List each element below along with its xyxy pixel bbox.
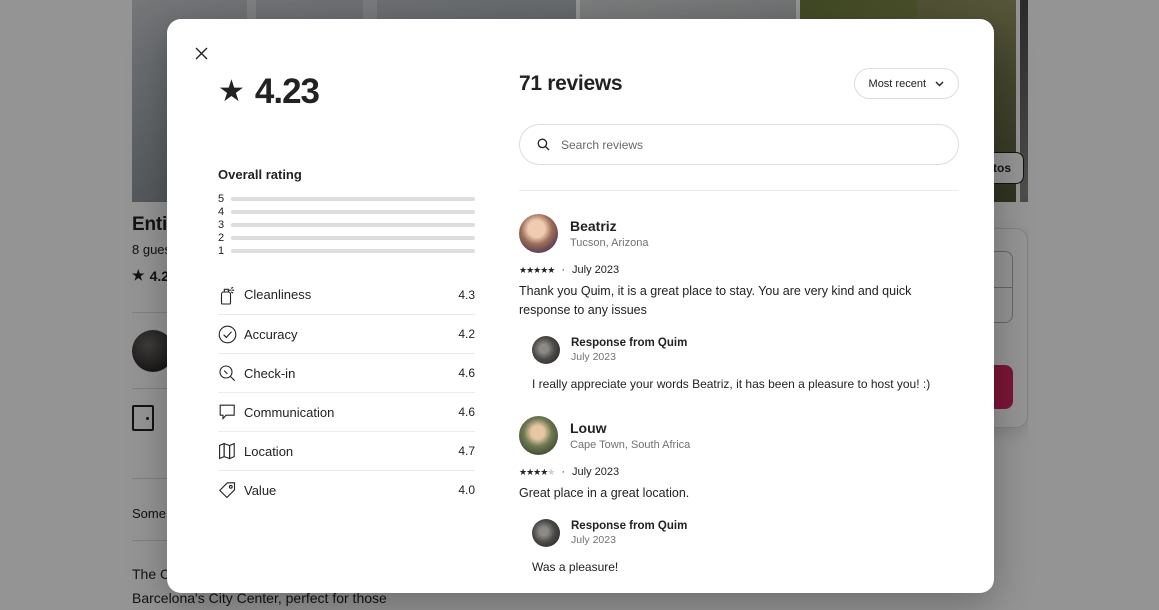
rating-bar-label: 4: [218, 205, 225, 218]
reviews-modal: ★ 4.23 Overall rating 5 4 3 2 1 Cleanlin…: [167, 19, 994, 593]
rating-bar-row: 2: [218, 231, 475, 244]
category-name: Value: [244, 482, 277, 498]
sort-label: Most recent: [868, 77, 926, 90]
host-response: Response from Quim July 2023 Was a pleas…: [532, 519, 959, 576]
reviewer-location: Tucson, Arizona: [570, 237, 649, 249]
rating-bar-row: 1: [218, 244, 475, 257]
rating-bar-label: 1: [218, 244, 225, 257]
response-author: Response from Quim: [571, 337, 688, 349]
overall-score-value: 4.23: [254, 72, 320, 111]
category-name: Accuracy: [244, 326, 298, 342]
rating-bar-row: 5: [218, 192, 475, 205]
avatar: [519, 416, 558, 455]
rating-bar-track: [231, 248, 475, 253]
search-icon: [537, 138, 550, 151]
overall-rating-heading: Overall rating: [218, 167, 302, 182]
review-item: Beatriz Tucson, Arizona ★★★★★ · July 202…: [519, 214, 959, 393]
category-value: 4.7: [458, 444, 475, 458]
response-text: Was a pleasure!: [532, 560, 619, 574]
avatar: [519, 214, 558, 253]
response-author: Response from Quim: [571, 520, 688, 532]
category-name: Location: [244, 443, 294, 459]
reviews-header: 71 reviews Most recent: [519, 68, 959, 99]
key-icon: [218, 364, 244, 383]
rating-bar-track: [231, 196, 475, 201]
category-row-checkin: Check-in 4.6: [218, 353, 475, 392]
category-row-location: Location 4.7: [218, 431, 475, 470]
rating-bar-track: [231, 209, 475, 214]
rating-bar-label: 5: [218, 192, 225, 205]
tag-icon: [218, 481, 244, 500]
star-rating: ★★★★★: [519, 264, 555, 275]
category-name: Cleanliness: [244, 287, 312, 302]
overall-score: ★ 4.23: [218, 72, 475, 112]
chevron-down-icon: [935, 81, 944, 87]
separator-dot: ·: [561, 466, 566, 478]
star-icon: ★: [218, 75, 245, 108]
category-row-value: Value 4.0: [218, 470, 475, 509]
search-reviews-bar[interactable]: [519, 124, 959, 165]
reviewer-name: Beatriz: [570, 218, 617, 234]
response-date: July 2023: [571, 351, 616, 363]
rating-bar-row: 3: [218, 218, 475, 231]
category-value: 4.3: [458, 287, 475, 302]
rating-bar-label: 2: [218, 231, 225, 244]
category-row-communication: Communication 4.6: [218, 392, 475, 431]
reviews-count: 71 reviews: [519, 71, 623, 95]
category-value: 4.6: [458, 405, 475, 419]
reviewer-name: Louw: [570, 420, 607, 436]
avatar: [532, 519, 560, 547]
response-text: I really appreciate your words Beatriz, …: [532, 377, 931, 391]
avatar: [532, 336, 560, 364]
category-row-accuracy: Accuracy 4.2: [218, 314, 475, 353]
spray-bottle-icon: [218, 285, 244, 305]
review-text: Thank you Quim, it is a great place to s…: [519, 284, 912, 317]
divider: [519, 190, 959, 191]
map-icon: [218, 442, 244, 460]
category-ratings: Cleanliness 4.3 Accuracy 4.2 Check-in 4.…: [218, 275, 475, 509]
separator-dot: ·: [561, 264, 566, 276]
review-date: July 2023: [572, 466, 620, 478]
category-value: 4.0: [458, 483, 475, 497]
category-row-cleanliness: Cleanliness 4.3: [218, 275, 475, 314]
reviews-pane: 71 reviews Most recent Search reviews Be…: [511, 63, 994, 593]
review-item: Louw Cape Town, South Africa ★★★★★ · Jul…: [519, 416, 959, 576]
overall-rating-pane: ★ 4.23 Overall rating 5 4 3 2 1 Cleanlin…: [167, 63, 511, 593]
speech-bubble-icon: [218, 403, 244, 421]
sort-dropdown[interactable]: Most recent: [853, 68, 959, 99]
category-value: 4.2: [458, 327, 475, 341]
rating-bar-track: [231, 222, 475, 227]
category-value: 4.6: [458, 366, 475, 380]
search-input[interactable]: [561, 137, 941, 152]
check-circle-icon: [218, 325, 244, 344]
response-date: July 2023: [571, 534, 616, 546]
rating-distribution: 5 4 3 2 1: [218, 192, 475, 257]
rating-bar-label: 3: [218, 218, 225, 231]
star-rating: ★★★★★: [519, 466, 555, 477]
rating-bar-row: 4: [218, 205, 475, 218]
category-name: Check-in: [244, 365, 296, 381]
review-date: July 2023: [572, 264, 620, 276]
rating-bar-track: [231, 235, 475, 240]
host-response: Response from Quim July 2023 I really ap…: [532, 336, 959, 393]
category-name: Communication: [244, 404, 335, 420]
review-text: Great place in a great location.: [519, 486, 690, 500]
reviewer-location: Cape Town, South Africa: [570, 439, 691, 451]
